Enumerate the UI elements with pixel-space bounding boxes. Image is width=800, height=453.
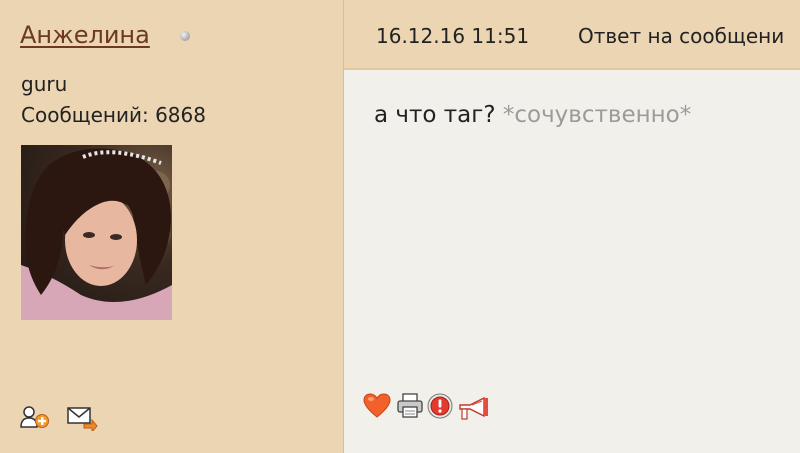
avatar[interactable] [21, 145, 172, 320]
message-text: а что таг? *сочувственно* [374, 102, 691, 128]
offline-status-icon [180, 31, 190, 41]
reply-link[interactable]: Ответ на сообщени [578, 24, 784, 48]
user-panel: Анжелина guru Сообщений: 6868 [0, 0, 344, 453]
report-icon[interactable] [427, 393, 455, 423]
message-content: а что таг? [374, 102, 496, 128]
user-post-count: Сообщений: 6868 [21, 103, 206, 127]
username-link[interactable]: Анжелина [20, 21, 150, 49]
forum-post: Анжелина guru Сообщений: 6868 16.12.16 1… [0, 0, 800, 453]
message-emote: *сочувственно* [502, 102, 692, 128]
user-rank: guru [21, 72, 68, 96]
post-date: 16.12.16 11:51 [376, 24, 530, 48]
message-header: 16.12.16 11:51 Ответ на сообщени [344, 0, 800, 70]
add-friend-icon[interactable] [20, 405, 50, 435]
heart-icon[interactable] [363, 393, 391, 423]
megaphone-icon[interactable] [456, 395, 492, 427]
message-body: а что таг? *сочувственно* [344, 70, 800, 453]
send-message-icon[interactable] [66, 405, 98, 435]
print-icon[interactable] [396, 393, 424, 423]
